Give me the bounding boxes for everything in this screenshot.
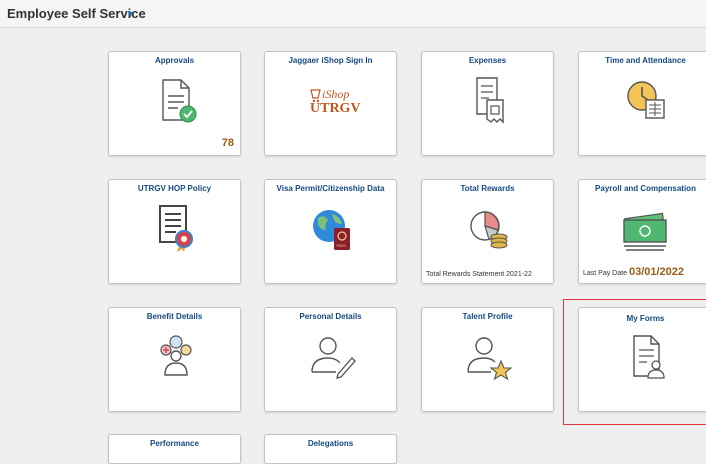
tile-benefit-details[interactable]: Benefit Details xyxy=(108,307,241,412)
approvals-count: 78 xyxy=(221,137,234,149)
policy-document-icon xyxy=(146,202,206,254)
tile-time-attendance[interactable]: Time and Attendance xyxy=(578,51,706,156)
receipt-icon xyxy=(459,74,519,126)
last-pay-date: Last Pay Date 03/01/2022 xyxy=(583,266,684,278)
tile-personal-details[interactable]: Personal Details xyxy=(264,307,397,412)
person-pencil-icon xyxy=(302,330,362,382)
tile-title: Approvals xyxy=(154,56,195,65)
tile-title: Expenses xyxy=(468,56,507,65)
tile-performance[interactable]: Performance xyxy=(108,434,241,464)
tile-title: Delegations xyxy=(307,439,354,448)
tile-title: UTRGV HOP Policy xyxy=(137,184,212,193)
tile-title: Jaggaer iShop Sign In xyxy=(288,56,373,65)
benefits-people-icon xyxy=(146,330,206,382)
tile-visa-permit[interactable]: Visa Permit/Citizenship Data PASS xyxy=(264,179,397,284)
tile-title: Time and Attendance xyxy=(605,56,686,65)
tile-total-rewards[interactable]: Total Rewards Total Rewards Statement 20… xyxy=(421,179,554,284)
highlight-box xyxy=(563,299,706,425)
tile-talent-profile[interactable]: Talent Profile xyxy=(421,307,554,412)
money-icon xyxy=(616,202,676,254)
tile-title: Visa Permit/Citizenship Data xyxy=(276,184,385,193)
tile-title: Personal Details xyxy=(299,312,362,321)
pie-coins-icon xyxy=(459,202,519,254)
tile-title: Performance xyxy=(150,439,199,448)
globe-passport-icon: PASS xyxy=(302,202,362,254)
ishop-logo-text: iShop xyxy=(322,87,349,101)
tile-title: Total Rewards xyxy=(460,184,515,193)
tile-jaggaer-ishop[interactable]: Jaggaer iShop Sign In iShop UTRGV xyxy=(264,51,397,156)
tile-expenses[interactable]: Expenses xyxy=(421,51,554,156)
tile-payroll[interactable]: Payroll and Compensation Last Pay Date 03… xyxy=(578,179,706,284)
person-star-icon xyxy=(459,330,519,382)
total-rewards-footer: Total Rewards Statement 2021-22 xyxy=(426,271,532,278)
tile-delegations[interactable]: Delegations xyxy=(264,434,397,464)
ishop-utrgv-logo: iShop UTRGV xyxy=(302,74,362,126)
chevron-down-icon[interactable]: ▼ xyxy=(126,9,135,19)
tile-title: Talent Profile xyxy=(462,312,513,321)
tile-title: Benefit Details xyxy=(146,312,203,321)
last-pay-date-value: 03/01/2022 xyxy=(628,266,685,278)
page-title[interactable]: Employee Self Service xyxy=(7,6,146,21)
document-check-icon xyxy=(146,74,206,126)
last-pay-date-label: Last Pay Date xyxy=(583,270,627,277)
tile-title: Payroll and Compensation xyxy=(595,184,696,193)
tile-approvals[interactable]: Approvals 78 xyxy=(108,51,241,156)
passport-text: PASS xyxy=(337,244,347,248)
page-header: Employee Self Service ▼ xyxy=(0,0,706,28)
tile-hop-policy[interactable]: UTRGV HOP Policy xyxy=(108,179,241,284)
clock-calendar-icon xyxy=(616,74,676,126)
utrgv-logo-text: UTRGV xyxy=(310,101,361,116)
